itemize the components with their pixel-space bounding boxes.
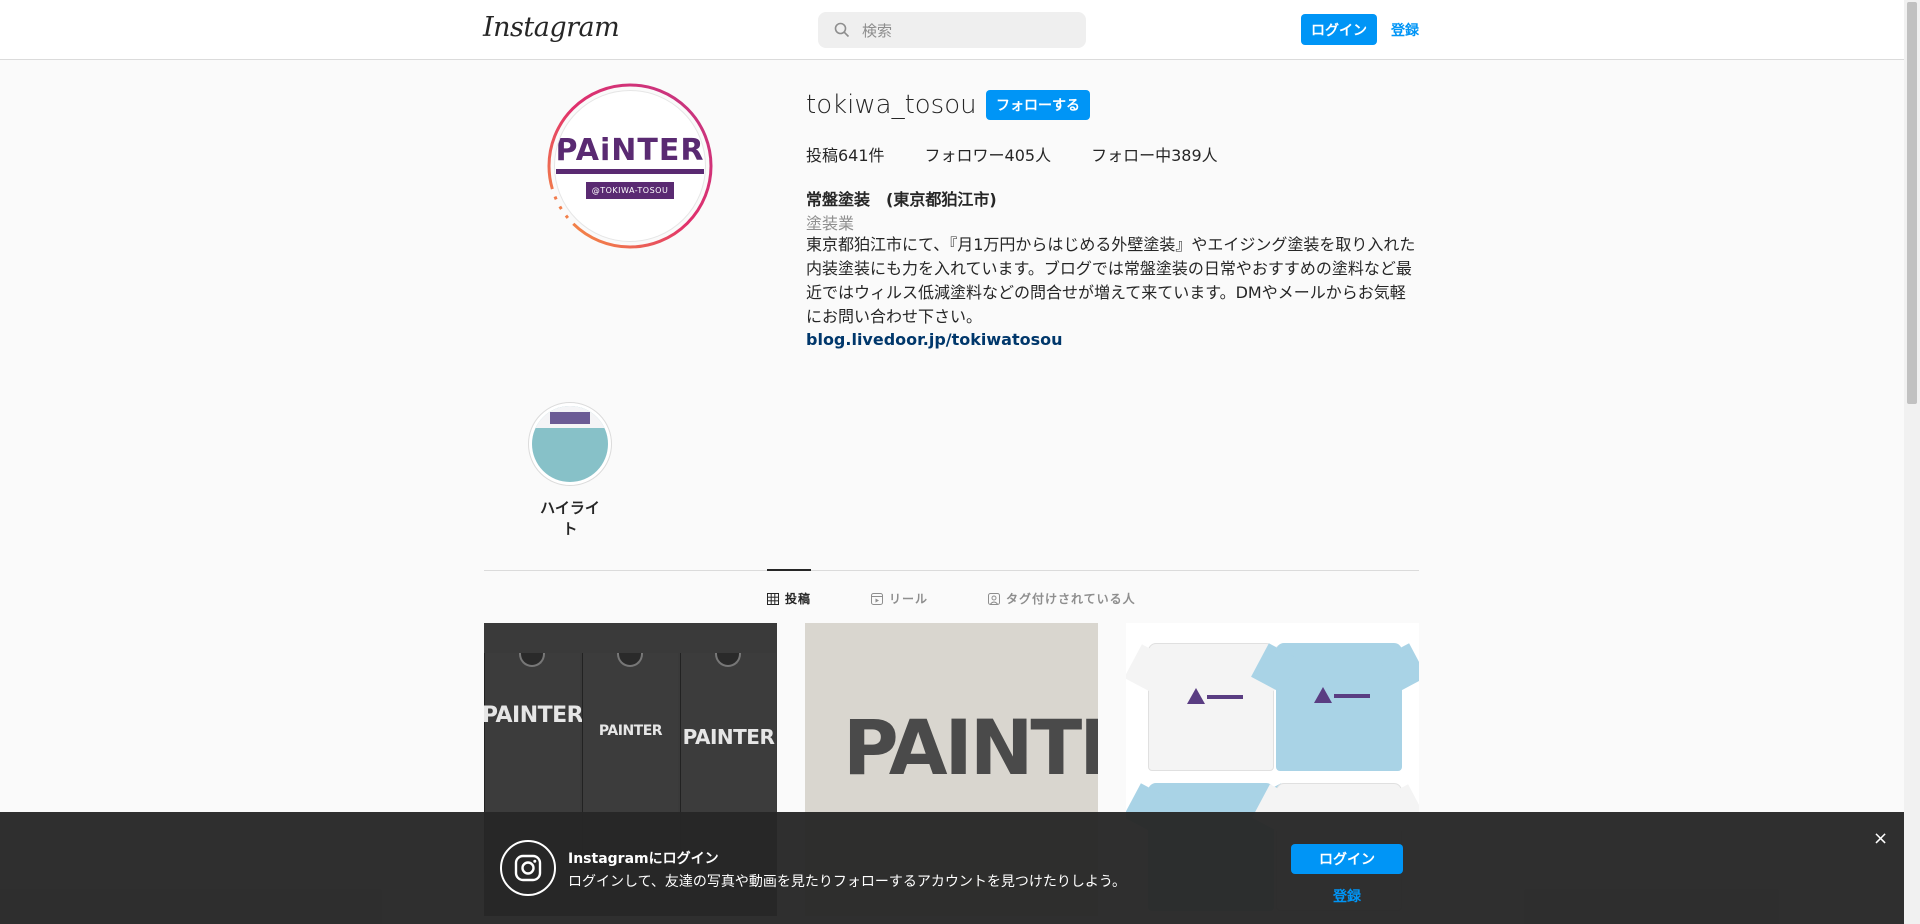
- search-placeholder: 検索: [862, 21, 893, 40]
- tshirt-image: [1126, 643, 1298, 771]
- top-nav: Instagram 検索 ログイン 登録: [0, 0, 1904, 60]
- instagram-logo[interactable]: Instagram: [483, 12, 620, 43]
- tag-person-icon: [988, 592, 1000, 605]
- tab-tagged[interactable]: タグ付けされている人: [988, 590, 1136, 607]
- reel-icon: [871, 592, 883, 605]
- highlight-thumbnail: [532, 406, 608, 482]
- search-icon: [834, 22, 850, 38]
- highlight-label: ハイライト: [540, 499, 600, 538]
- login-button[interactable]: ログイン: [1301, 14, 1377, 45]
- post-text: PAINTER: [484, 703, 584, 728]
- post-text: PAINTER: [682, 725, 775, 749]
- tab-tagged-label: タグ付けされている人: [1006, 592, 1136, 606]
- profile-full-name: 常盤塗装 (東京都狛江市): [806, 190, 997, 209]
- tab-posts-label: 投稿: [785, 592, 812, 606]
- grid-icon: [767, 592, 779, 605]
- profile-bio: 東京都狛江市にて、『月1万円からはじめる外壁塗装』やエイジング塗装を取り入れた内…: [806, 235, 1416, 326]
- following-count[interactable]: フォロー中389人: [1091, 142, 1218, 166]
- profile-stats: 投稿641件 フォロワー405人 フォロー中389人: [806, 142, 1258, 166]
- banner-login-button[interactable]: ログイン: [1291, 844, 1403, 874]
- tab-posts[interactable]: 投稿: [767, 590, 811, 607]
- tab-reels[interactable]: リール: [871, 590, 928, 607]
- active-tab-indicator: [767, 569, 811, 571]
- followers-count[interactable]: フォロワー405人: [925, 142, 1052, 166]
- highlight-item[interactable]: [528, 402, 612, 486]
- posts-count: 投稿641件: [806, 146, 885, 165]
- tabs-divider: [484, 570, 1419, 571]
- profile-category: 塗装業: [806, 214, 855, 233]
- post-text: PAINTER: [843, 703, 1098, 792]
- profile-avatar[interactable]: PAiNTER @TOKIWA-TOSOU: [554, 90, 706, 242]
- tshirt-image: [1251, 643, 1419, 771]
- banner-description: ログインして、友達の写真や動画を見たりフォローするアカウントを見つけたりしよう。: [568, 874, 1127, 890]
- avatar-sub-text: @TOKIWA-TOSOU: [585, 182, 675, 199]
- post-text: PAINTER: [598, 723, 663, 739]
- follow-button[interactable]: フォローする: [986, 90, 1090, 120]
- banner-register-link[interactable]: 登録: [1333, 886, 1361, 906]
- search-input[interactable]: 検索: [818, 12, 1086, 48]
- profile-username: tokiwa_tosou: [806, 90, 977, 120]
- profile-link[interactable]: blog.livedoor.jp/tokiwatosou: [806, 330, 1063, 349]
- page-scrollbar[interactable]: [1904, 0, 1920, 924]
- scrollbar-thumb[interactable]: [1907, 2, 1917, 404]
- avatar-brand-text: PAiNTER: [555, 133, 705, 174]
- login-banner: Instagramにログイン ログインして、友達の写真や動画を見たりフォローする…: [0, 812, 1904, 924]
- register-link[interactable]: 登録: [1391, 20, 1419, 40]
- banner-title: Instagramにログイン: [568, 851, 719, 867]
- close-icon[interactable]: ×: [1873, 828, 1888, 849]
- instagram-camera-icon: [500, 840, 556, 896]
- tab-reels-label: リール: [889, 592, 929, 606]
